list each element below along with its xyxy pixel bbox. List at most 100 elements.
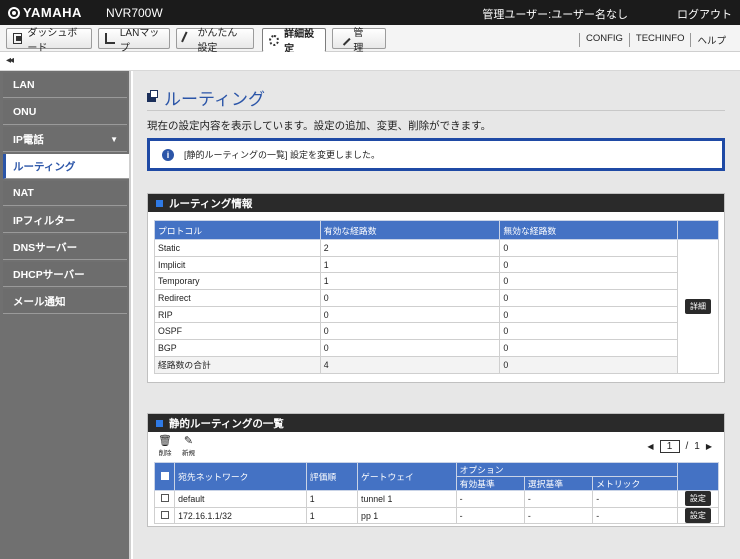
- table-cell: 0: [499, 239, 679, 257]
- column-header: 宛先ネットワーク: [174, 462, 307, 491]
- table-cell: Temporary: [154, 272, 321, 291]
- sidebar-item-nat[interactable]: NAT: [3, 181, 127, 206]
- table-cell: 4: [319, 355, 501, 374]
- table-row: OSPF 0 0: [154, 322, 719, 341]
- table-row: Static 2 0 詳細: [154, 239, 719, 374]
- techinfo-link[interactable]: TECHINFO: [628, 33, 691, 47]
- page-description: 現在の設定内容を表示しています。設定の追加、変更、削除ができます。: [147, 120, 492, 132]
- table-row: Implicit 1 0: [154, 255, 719, 274]
- detail-button[interactable]: 詳細: [685, 298, 711, 314]
- table-cell: tunnel 1: [357, 490, 457, 508]
- main-content: ルーティング 現在の設定内容を表示しています。設定の追加、変更、削除ができます。…: [133, 71, 740, 559]
- row-select-cell: [153, 490, 176, 508]
- static-routes-table: 宛先ネットワーク 評価順 ゲートウェイ オプション 有効基準 選択基準 メトリッ…: [153, 462, 720, 525]
- sidebar: LAN ONU IP電話 ▼ ルーティング NAT IPフィルター DNSサーバー…: [0, 71, 131, 559]
- table-row: Redirect 0 0: [154, 289, 719, 307]
- table-cell: OSPF: [154, 322, 321, 341]
- new-button[interactable]: ✎ 新規: [182, 435, 195, 458]
- edit-route-button[interactable]: 設定: [684, 508, 711, 524]
- column-header: プロトコル: [154, 220, 321, 240]
- column-subheader: 有効基準: [455, 476, 525, 491]
- sidebar-item-lan[interactable]: LAN: [3, 73, 127, 98]
- table-cell: Redirect: [154, 289, 321, 307]
- top-bar: YAMAHA NVR700W 管理ユーザー:ユーザー名なし ログアウト: [0, 0, 740, 25]
- column-header: [676, 462, 720, 491]
- table-cell: 0: [499, 305, 679, 324]
- select-all-checkbox[interactable]: [160, 471, 169, 480]
- yamaha-logo-icon: [8, 6, 20, 19]
- table-cell: 0: [499, 272, 679, 291]
- dashboard-icon: [13, 33, 23, 44]
- page-total: 1: [694, 441, 700, 452]
- table-cell: 経路数の合計: [154, 355, 321, 374]
- logo-text: YAMAHA: [23, 5, 82, 20]
- table-row: 172.16.1.1/32 1 pp 1 - - - 設定: [153, 506, 720, 525]
- table-cell: 0: [319, 339, 501, 357]
- page-title: ルーティング: [147, 85, 265, 110]
- section-marker-icon: [156, 419, 163, 427]
- prev-page-icon[interactable]: ◀: [647, 442, 653, 451]
- tab-advanced-settings[interactable]: 詳細設定: [262, 28, 326, 55]
- sidebar-item-dhcp-server[interactable]: DHCPサーバー: [3, 262, 127, 287]
- row-checkbox[interactable]: [160, 510, 169, 519]
- trash-icon: 🗑: [158, 435, 172, 447]
- column-header: ゲートウェイ: [357, 462, 457, 491]
- table-cell: -: [523, 490, 594, 508]
- sidebar-item-ip-filter[interactable]: IPフィルター: [3, 208, 127, 233]
- page-number-input[interactable]: 1: [659, 440, 680, 453]
- logout-link[interactable]: ログアウト: [677, 6, 732, 22]
- sidebar-item-ip-phone[interactable]: IP電話 ▼: [3, 127, 127, 152]
- collapse-sidebar-icon[interactable]: ◂◂: [6, 55, 14, 66]
- delete-button[interactable]: 🗑 削除: [158, 435, 172, 458]
- routing-info-header: ルーティング情報: [148, 194, 724, 212]
- edit-route-button[interactable]: 設定: [684, 491, 711, 507]
- table-cell: 0: [319, 322, 501, 341]
- table-cell: -: [455, 490, 525, 508]
- notice-banner: i [静的ルーティングの一覧] 設定を変更しました。: [147, 138, 725, 171]
- tab-easy-setup[interactable]: かんたん設定: [176, 28, 254, 54]
- column-header: 有効な経路数: [319, 220, 501, 240]
- gear-icon: [269, 34, 280, 46]
- page-title-text: ルーティング: [164, 90, 265, 109]
- table-cell: 0: [319, 305, 501, 324]
- static-routes-header: 静的ルーティングの一覧: [148, 414, 724, 432]
- sidebar-item-onu[interactable]: ONU: [3, 100, 127, 125]
- help-link[interactable]: ヘルプ: [690, 33, 732, 47]
- table-cell: 1: [305, 490, 359, 508]
- static-routes-panel: 静的ルーティングの一覧 🗑 削除 ✎ 新規 ◀ 1 / 1 ▶ 宛先ネットワーク…: [147, 413, 725, 527]
- tab-management[interactable]: 管 理: [332, 28, 386, 54]
- sidebar-item-routing[interactable]: ルーティング: [3, 154, 129, 179]
- table-cell: default: [174, 490, 307, 508]
- product-name: NVR700W: [106, 6, 163, 20]
- row-checkbox[interactable]: [160, 493, 169, 502]
- table-row: Temporary 1 0: [154, 272, 719, 291]
- table-cell: 0: [499, 255, 679, 274]
- table-cell: -: [455, 506, 525, 525]
- chevron-down-icon: ▼: [110, 135, 118, 144]
- action-cell: 設定: [676, 490, 720, 508]
- next-page-icon[interactable]: ▶: [706, 442, 712, 451]
- page-title-icon: [147, 90, 158, 102]
- yamaha-logo: YAMAHA: [8, 5, 82, 20]
- table-cell: BGP: [154, 339, 321, 357]
- table-cell: 1: [305, 506, 359, 525]
- list-actions: 🗑 削除 ✎ 新規: [158, 435, 195, 458]
- column-header: 無効な経路数: [499, 220, 679, 240]
- sidebar-item-mail-notify[interactable]: メール通知: [3, 289, 127, 314]
- column-subheader: 選択基準: [523, 476, 594, 491]
- table-cell: -: [592, 490, 678, 508]
- column-header: オプション: [455, 462, 678, 477]
- table-cell: -: [523, 506, 594, 525]
- config-link[interactable]: CONFIG: [578, 33, 629, 47]
- tab-lan-map[interactable]: LANマップ: [98, 28, 170, 54]
- tab-dashboard[interactable]: ダッシュボード: [6, 28, 92, 54]
- sidebar-item-dns-server[interactable]: DNSサーバー: [3, 235, 127, 260]
- table-cell: RIP: [154, 305, 321, 324]
- notice-text: [静的ルーティングの一覧] 設定を変更しました。: [184, 150, 380, 160]
- table-cell: 0: [499, 322, 679, 341]
- edit-icon: ✎: [183, 435, 194, 447]
- table-cell: Implicit: [154, 255, 321, 274]
- page-separator: /: [685, 441, 689, 452]
- sidebar-collapse-bar: ◂◂: [0, 52, 740, 71]
- utility-links: CONFIG TECHINFO ヘルプ: [578, 33, 732, 47]
